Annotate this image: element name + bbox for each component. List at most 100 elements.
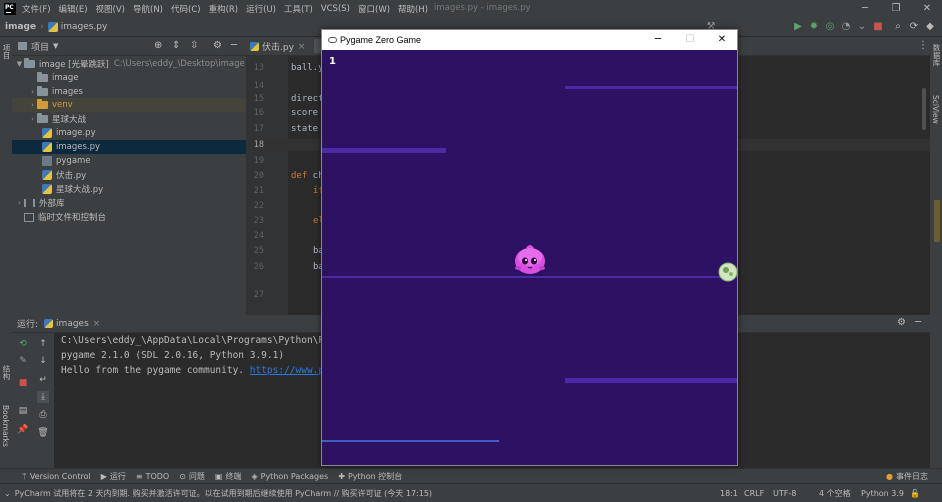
line-separator[interactable]: CRLF xyxy=(744,489,764,498)
print-icon[interactable]: ⎙ xyxy=(37,409,49,421)
tool-event-log[interactable]: ● 事件日志 xyxy=(886,471,928,482)
tool-terminal[interactable]: ▣ 终端 xyxy=(215,471,242,482)
close-tab-icon[interactable]: × xyxy=(93,319,101,329)
tree-item-external-libs[interactable]: › 外部库 xyxy=(12,196,246,210)
tool-python-packages[interactable]: ◈ Python Packages xyxy=(251,472,328,481)
project-panel-title[interactable]: 项目 xyxy=(31,40,49,53)
arrow-up-icon[interactable]: ↑ xyxy=(37,338,49,350)
tree-item-fuji-py[interactable]: 伏击.py xyxy=(12,168,246,182)
menu-window[interactable]: 窗口(W) xyxy=(358,3,390,15)
more-run-icon[interactable]: ⌄ xyxy=(855,20,869,34)
gear-icon[interactable]: ⚙ xyxy=(213,40,222,51)
tree-item-image-folder[interactable]: image xyxy=(12,71,246,85)
search-icon[interactable]: ⌕ xyxy=(891,20,905,34)
update-icon[interactable]: ⟳ xyxy=(907,20,921,34)
tree-item-venv-folder[interactable]: › venv xyxy=(12,98,246,112)
menu-navigate[interactable]: 导航(N) xyxy=(133,3,163,15)
tool-run[interactable]: ▶ 运行 xyxy=(101,471,126,482)
gear-icon[interactable]: ⚙ xyxy=(897,317,906,328)
notification-icon[interactable]: ⌄ xyxy=(4,489,11,498)
tree-item-label: images.py xyxy=(56,142,101,152)
rerun-icon[interactable]: ⟲ xyxy=(17,338,29,350)
sciview-tool-tab[interactable]: SciView xyxy=(931,95,940,124)
close-icon[interactable]: ✕ xyxy=(715,33,729,47)
menu-vcs[interactable]: VCS(S) xyxy=(321,4,350,14)
bookmarks-tool-tab[interactable]: Bookmarks xyxy=(1,405,10,447)
tool-version-control[interactable]: ᛘ Version Control xyxy=(22,472,91,481)
soft-wrap-icon[interactable]: ↵ xyxy=(37,374,49,386)
menu-edit[interactable]: 编辑(E) xyxy=(59,3,88,15)
breadcrumb-file[interactable]: images.py xyxy=(61,22,108,32)
tree-item-scratches[interactable]: 临时文件和控制台 xyxy=(12,210,246,224)
tree-item-starwars-py[interactable]: 星球大战.py xyxy=(12,182,246,196)
close-icon[interactable]: ✕ xyxy=(920,2,934,16)
menu-help[interactable]: 帮助(H) xyxy=(398,3,428,15)
python-file-icon xyxy=(44,319,54,328)
caret-position[interactable]: 18:1 xyxy=(720,489,738,498)
indent-setting[interactable]: 4 个空格 xyxy=(819,488,851,499)
structure-tool-tab[interactable]: 结构 xyxy=(1,365,12,380)
layout-icon[interactable]: ▤ xyxy=(17,405,29,417)
menu-run[interactable]: 运行(U) xyxy=(246,3,276,15)
game-canvas[interactable]: 1 xyxy=(322,50,737,465)
menu-file[interactable]: 文件(F) xyxy=(22,3,51,15)
coverage-icon[interactable]: ◎ xyxy=(823,20,837,34)
menu-view[interactable]: 视图(V) xyxy=(96,3,125,15)
python-interpreter[interactable]: Python 3.9 xyxy=(861,489,904,498)
tab-menu-icon[interactable]: ⋮ xyxy=(918,40,928,51)
pin-icon[interactable]: 📌 xyxy=(17,424,29,436)
breadcrumb-project[interactable]: image xyxy=(5,22,36,32)
stop-icon[interactable]: ■ xyxy=(17,377,29,389)
hide-icon[interactable]: ─ xyxy=(231,40,237,51)
pygame-window[interactable]: Pygame Zero Game ─ ☐ ✕ 1 xyxy=(321,29,738,466)
tool-todo[interactable]: ≡ TODO xyxy=(136,472,169,481)
tool-problems[interactable]: ⊙ 问题 xyxy=(179,471,205,482)
scroll-to-end-icon[interactable]: ⤓ xyxy=(37,391,49,403)
menu-code[interactable]: 代码(C) xyxy=(171,3,201,15)
run-icon[interactable]: ▶ xyxy=(791,20,805,34)
tree-item-images-py[interactable]: images.py xyxy=(12,140,246,154)
pygame-titlebar[interactable]: Pygame Zero Game ─ ☐ ✕ xyxy=(322,30,737,50)
chevron-down-icon[interactable]: ▼ xyxy=(53,42,58,50)
status-message[interactable]: PyCharm 试用将在 2 天内到期. 购买并激活许可证。以在试用到期后继续使… xyxy=(15,488,432,499)
tree-item-project-root[interactable]: ▼ image [光晕跳跃] C:\Users\eddy_\Desktop\im… xyxy=(12,57,246,71)
chevron-right-icon[interactable]: › xyxy=(28,88,37,96)
locate-icon[interactable]: ⊕ xyxy=(154,40,162,51)
tree-item-image-py[interactable]: image.py xyxy=(12,126,246,140)
editor-scrollbar[interactable] xyxy=(922,88,926,130)
chevron-right-icon[interactable]: › xyxy=(15,199,24,207)
minimize-icon[interactable]: ─ xyxy=(651,33,665,47)
chevron-right-icon[interactable]: › xyxy=(28,101,37,109)
expand-all-icon[interactable]: ⇳ xyxy=(190,40,198,51)
chevron-right-icon[interactable]: › xyxy=(28,115,37,123)
bottom-tool-bar: ᛘ Version Control ▶ 运行 ≡ TODO ⊙ 问题 ▣ 终端 ◈ Pyth… xyxy=(0,468,942,483)
tree-item-images-folder[interactable]: › images xyxy=(12,85,246,99)
arrow-down-icon[interactable]: ↓ xyxy=(37,355,49,367)
tree-item-starwars-folder[interactable]: › 星球大战 xyxy=(12,112,246,126)
trash-icon[interactable]: 🗑 xyxy=(37,427,49,439)
ide-logo-icon[interactable]: ◆ xyxy=(923,20,937,34)
menu-refactor[interactable]: 重构(R) xyxy=(209,3,239,15)
database-tool-tab[interactable]: 数据库 xyxy=(931,44,942,67)
wrench-icon[interactable]: ✎ xyxy=(17,355,29,367)
notification-marker[interactable] xyxy=(934,200,940,242)
tree-item-pygame[interactable]: pygame xyxy=(12,154,246,168)
close-tab-icon[interactable]: × xyxy=(298,42,306,52)
chevron-down-icon[interactable]: ▼ xyxy=(15,60,24,68)
profile-icon[interactable]: ◔ xyxy=(839,20,853,34)
minimize-icon[interactable]: ─ xyxy=(858,2,872,16)
restore-icon[interactable]: ❐ xyxy=(889,2,903,16)
hide-icon[interactable]: ─ xyxy=(915,317,921,328)
project-tool-tab[interactable]: 项目 xyxy=(1,44,12,59)
console-link[interactable]: https://www.py xyxy=(250,365,330,376)
lock-icon[interactable]: 🔓 xyxy=(910,489,920,498)
tool-python-console[interactable]: ✚ Python 控制台 xyxy=(338,471,402,482)
run-tab-label[interactable]: images xyxy=(56,319,89,329)
menu-tools[interactable]: 工具(T) xyxy=(284,3,313,15)
tab-fuji-py[interactable]: 伏击.py × xyxy=(250,40,305,53)
collapse-all-icon[interactable]: ⇕ xyxy=(172,40,180,51)
stop-icon[interactable]: ■ xyxy=(871,20,885,34)
debug-icon[interactable]: ✹ xyxy=(807,20,821,34)
maximize-icon[interactable]: ☐ xyxy=(683,33,697,47)
file-encoding[interactable]: UTF-8 xyxy=(773,489,796,498)
